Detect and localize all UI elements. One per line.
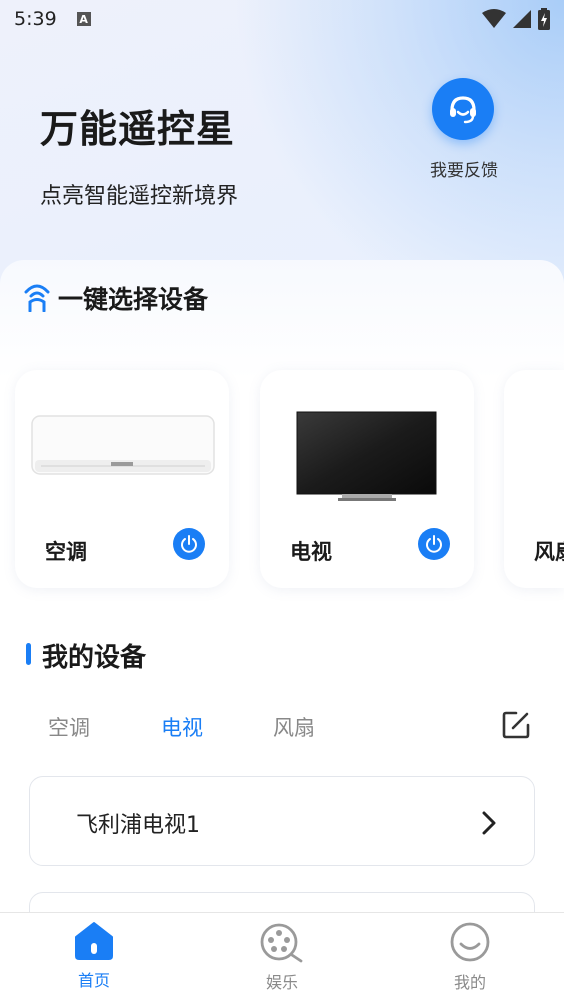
status-bar: 5:39 A [0,0,564,38]
device-name: 电视 [290,540,332,564]
edit-button[interactable] [501,710,531,744]
status-time: 5:39 [14,8,57,30]
television-image [296,411,437,501]
smile-icon [450,922,490,962]
device-card-air-conditioner[interactable]: 空调 [15,370,229,588]
wifi-icon [482,9,506,28]
feedback-label[interactable]: 我要反馈 [420,156,508,181]
bottom-nav: 首页 娱乐 我的 [0,912,564,1002]
device-name: 风扇 [534,540,564,564]
nav-item-home[interactable]: 首页 [49,921,139,991]
device-card-fan[interactable]: 风扇 [504,370,564,588]
my-devices-title: 我的设备 [42,643,147,673]
signal-icon [513,10,531,28]
battery-icon [538,8,550,30]
power-button[interactable] [173,528,205,560]
device-card-television[interactable]: 电视 [260,370,474,588]
film-reel-icon [260,923,303,963]
power-button[interactable] [418,528,450,560]
nav-item-entertainment[interactable]: 娱乐 [237,921,327,993]
remote-signal-icon [24,284,50,312]
power-icon [181,535,197,553]
quick-select-title: 一键选择设备 [58,285,209,314]
feedback-button[interactable] [432,78,494,140]
air-conditioner-image [31,415,215,475]
nav-item-profile[interactable]: 我的 [425,921,515,993]
status-notification-badge: A [76,12,91,26]
app-title: 万能遥控星 [40,107,236,151]
device-name: 空调 [45,540,87,564]
app-subtitle: 点亮智能遥控新境界 [40,184,239,209]
section-accent-bar [26,643,31,665]
nav-label-profile: 我的 [453,973,486,992]
edit-icon [502,711,530,739]
power-icon [426,535,442,553]
nav-label-entertainment: 娱乐 [265,973,298,992]
nav-label-home: 首页 [77,971,110,990]
home-icon [75,922,113,960]
tab-air-conditioner[interactable]: 空调 [48,712,90,742]
tab-television[interactable]: 电视 [161,712,203,742]
headset-icon [450,96,476,124]
device-list-item[interactable]: 飞利浦电视1 [29,776,535,866]
device-list-item-label: 飞利浦电视1 [76,813,200,838]
tab-fan[interactable]: 风扇 [273,712,315,742]
chevron-right-icon [482,811,496,835]
